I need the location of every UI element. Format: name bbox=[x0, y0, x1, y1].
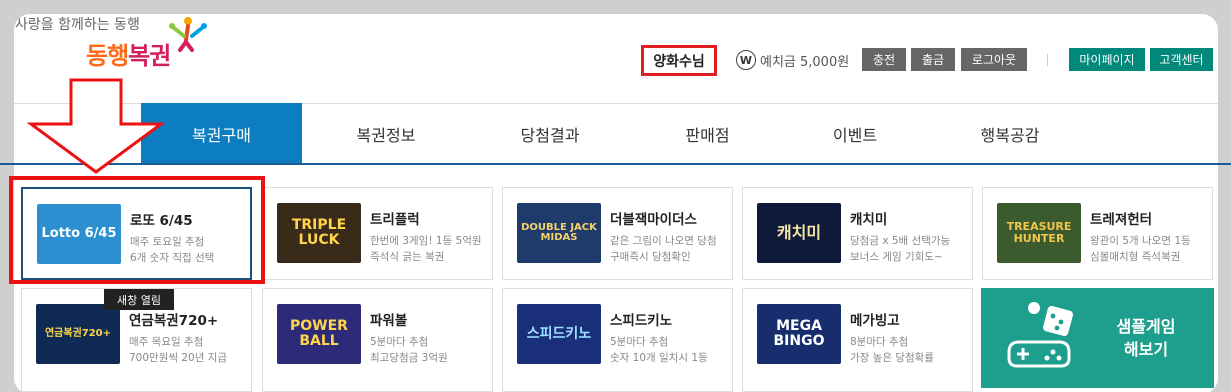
card-title: 연금복권720+ bbox=[129, 313, 219, 329]
nav-item-happy[interactable]: 행복공감 bbox=[925, 103, 1095, 165]
megabingo-thumb: MEGA BINGO bbox=[757, 304, 841, 364]
tripleluck-thumb: TRIPLE LUCK bbox=[277, 203, 361, 263]
card-desc: 당첨금 x 5배 선택가능 보너스 게임 기회도~ bbox=[850, 235, 951, 263]
product-card-speedkeno[interactable]: 스피드키노 스피드키노 5분마다 추첨 숫자 10개 일치시 1등 bbox=[502, 288, 733, 392]
highlight-box bbox=[9, 176, 265, 284]
deposit-text: 예치금 5,000원 bbox=[760, 55, 850, 70]
pension720-thumb: 연금복권720+ bbox=[36, 304, 120, 364]
card-title: 더블잭마이더스 bbox=[610, 212, 697, 228]
logo-mark-icon bbox=[169, 17, 207, 52]
powerball-thumb: POWER BALL bbox=[277, 304, 361, 364]
product-card-megabingo[interactable]: MEGA BINGO 메가빙고 8분마다 추첨 가장 높은 당첨확률 bbox=[742, 288, 973, 392]
mypage-button[interactable]: 마이페이지 bbox=[1069, 48, 1145, 71]
nav-item-results[interactable]: 당첨결과 bbox=[470, 103, 630, 165]
card-title: 메가빙고 bbox=[850, 313, 900, 329]
speedkeno-thumb: 스피드키노 bbox=[517, 304, 601, 364]
new-window-tooltip: 새창 열림 bbox=[104, 289, 174, 310]
card-desc: 매주 목요일 추첨 700만원씩 20년 지급 bbox=[129, 336, 228, 364]
product-card-catchme[interactable]: 캐치미 캐치미 당첨금 x 5배 선택가능 보너스 게임 기회도~ bbox=[742, 187, 973, 280]
nav-item-buy[interactable]: 복권구매 bbox=[141, 103, 302, 165]
card-title: 캐치미 bbox=[850, 212, 888, 228]
site-logo[interactable]: 동행복권 bbox=[86, 36, 171, 71]
card-title: 파워볼 bbox=[370, 313, 408, 329]
card-title: 스피드키노 bbox=[610, 313, 673, 329]
card-desc: 같은 그림이 나오면 당첨 구매즉시 당첨확인 bbox=[610, 235, 717, 263]
card-desc: 5분마다 추첨 숫자 10개 일치시 1등 bbox=[610, 336, 708, 364]
main-nav: 복권구매 복권정보 당첨결과 판매점 이벤트 행복공감 bbox=[0, 103, 1231, 165]
doublejack-thumb: DOUBLE JACK MIDAS bbox=[517, 203, 601, 263]
card-desc: 5분마다 추첨 최고당첨금 3억원 bbox=[370, 336, 448, 364]
header-divider bbox=[1047, 54, 1048, 66]
logout-button[interactable]: 로그아웃 bbox=[961, 48, 1027, 71]
nav-item-info[interactable]: 복권정보 bbox=[302, 103, 470, 165]
nav-underline bbox=[0, 163, 1231, 165]
product-card-treasurehunter[interactable]: TREASURE HUNTER 트레져헌터 왕관이 5개 나오면 1등 심볼매치형… bbox=[982, 187, 1213, 280]
tagline: 사랑을 함께하는 동행 bbox=[15, 17, 140, 33]
charge-button[interactable]: 충전 bbox=[862, 48, 906, 71]
product-card-powerball[interactable]: POWER BALL 파워볼 5분마다 추첨 최고당첨금 3억원 bbox=[262, 288, 493, 392]
card-title: 트레져헌터 bbox=[1090, 212, 1153, 228]
catchme-thumb: 캐치미 bbox=[757, 203, 841, 263]
logo-part2: 복권 bbox=[128, 42, 171, 70]
product-card-tripleluck[interactable]: TRIPLE LUCK 트리플럭 한번에 3게임! 1등 5억원 즉석식 긁는 복… bbox=[262, 187, 493, 280]
sample-game-label: 샘플게임 해보기 bbox=[1116, 317, 1176, 359]
card-desc: 8분마다 추첨 가장 높은 당첨확률 bbox=[850, 336, 934, 364]
gamepad-dice-icon bbox=[1007, 302, 1074, 368]
card-desc: 한번에 3게임! 1등 5억원 즉석식 긁는 복권 bbox=[370, 235, 482, 263]
sample-game-button[interactable]: 샘플게임 해보기 bbox=[981, 288, 1214, 388]
product-card-doublejack[interactable]: DOUBLE JACK MIDAS 더블잭마이더스 같은 그림이 나오면 당첨 구… bbox=[502, 187, 733, 280]
treasurehunter-thumb: TREASURE HUNTER bbox=[997, 203, 1081, 263]
withdraw-button[interactable]: 출금 bbox=[911, 48, 955, 71]
nav-item-stores[interactable]: 판매점 bbox=[630, 103, 785, 165]
user-name-highlight: 양화수님 bbox=[641, 45, 717, 76]
wallet-icon: W bbox=[736, 50, 756, 70]
nav-item-event[interactable]: 이벤트 bbox=[785, 103, 925, 165]
down-arrow-annotation-icon bbox=[27, 78, 165, 174]
customer-center-button[interactable]: 고객센터 bbox=[1150, 48, 1213, 71]
card-desc: 왕관이 5개 나오면 1등 심볼매치형 즉석복권 bbox=[1090, 235, 1191, 263]
card-title: 트리플럭 bbox=[370, 212, 420, 228]
logo-part1: 동행 bbox=[86, 42, 129, 70]
